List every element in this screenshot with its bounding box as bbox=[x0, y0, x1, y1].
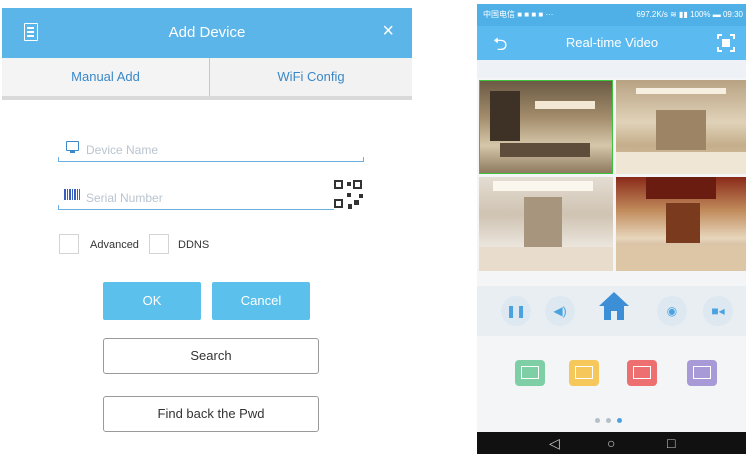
realtime-video-panel: 中国电信 ■ ■ ■ ■ ··· 697.2K/s ≋ ▮▮ 100% ▬ 09… bbox=[477, 4, 746, 454]
layout-sixteen-icon[interactable] bbox=[687, 360, 717, 386]
nav-home-icon[interactable]: ○ bbox=[607, 435, 615, 451]
search-button[interactable]: Search bbox=[103, 338, 319, 374]
camera-view-1[interactable] bbox=[479, 80, 613, 174]
advanced-label: Advanced bbox=[90, 239, 139, 251]
control-bar: ❚❚ ◀) ◉ ■◂ bbox=[477, 286, 746, 336]
nav-recent-icon[interactable]: □ bbox=[667, 435, 675, 451]
page-indicator bbox=[595, 418, 635, 426]
status-bar: 中国电信 ■ ■ ■ ■ ··· 697.2K/s ≋ ▮▮ 100% ▬ 09… bbox=[477, 4, 746, 26]
fullscreen-icon[interactable] bbox=[717, 34, 735, 52]
add-device-panel: Add Device × Manual Add WiFi Config Devi… bbox=[2, 4, 412, 450]
advanced-checkbox[interactable] bbox=[59, 234, 79, 254]
ddns-checkbox[interactable] bbox=[149, 234, 169, 254]
find-back-pwd-button[interactable]: Find back the Pwd bbox=[103, 396, 319, 432]
qr-code-icon[interactable] bbox=[334, 180, 364, 210]
nav-back-icon[interactable]: ◁ bbox=[549, 435, 560, 452]
add-device-header: Add Device × bbox=[2, 8, 412, 58]
home-icon[interactable] bbox=[599, 292, 629, 326]
snapshot-icon[interactable]: ◉ bbox=[657, 296, 687, 326]
layout-single-icon[interactable] bbox=[515, 360, 545, 386]
layout-quad-icon[interactable] bbox=[569, 360, 599, 386]
tab-bar: Manual Add WiFi Config bbox=[2, 58, 412, 100]
close-icon[interactable]: × bbox=[382, 21, 394, 41]
pause-icon[interactable]: ❚❚ bbox=[501, 296, 531, 326]
android-nav-bar: ◁ ○ □ bbox=[477, 432, 746, 454]
camera-view-2[interactable] bbox=[616, 80, 746, 174]
camera-view-4[interactable] bbox=[616, 177, 746, 271]
record-icon[interactable]: ■◂ bbox=[703, 296, 733, 326]
barcode-icon bbox=[64, 189, 80, 200]
device-name-field[interactable]: Device Name bbox=[58, 138, 364, 162]
view-strip bbox=[477, 60, 746, 78]
serial-number-placeholder: Serial Number bbox=[86, 191, 163, 205]
realtime-video-header: ⮌ Real-time Video bbox=[477, 26, 746, 60]
tab-manual-add[interactable]: Manual Add bbox=[2, 58, 209, 96]
serial-number-field[interactable]: Serial Number bbox=[58, 186, 364, 210]
tab-wifi-config[interactable]: WiFi Config bbox=[209, 58, 412, 96]
page-title: Add Device bbox=[168, 24, 246, 41]
status-right: 697.2K/s ≋ ▮▮ 100% ▬ 09:30 bbox=[636, 10, 743, 19]
ddns-label: DDNS bbox=[178, 239, 210, 251]
ok-button[interactable]: OK bbox=[103, 282, 201, 320]
page-title: Real-time Video bbox=[565, 35, 659, 50]
device-name-placeholder: Device Name bbox=[86, 143, 159, 157]
cancel-button[interactable]: Cancel bbox=[212, 282, 310, 320]
camera-view-3[interactable] bbox=[479, 177, 613, 271]
volume-icon[interactable]: ◀) bbox=[545, 296, 575, 326]
status-left: 中国电信 ■ ■ ■ ■ ··· bbox=[483, 10, 554, 19]
layout-nine-icon[interactable] bbox=[627, 360, 657, 386]
monitor-icon bbox=[66, 141, 79, 153]
